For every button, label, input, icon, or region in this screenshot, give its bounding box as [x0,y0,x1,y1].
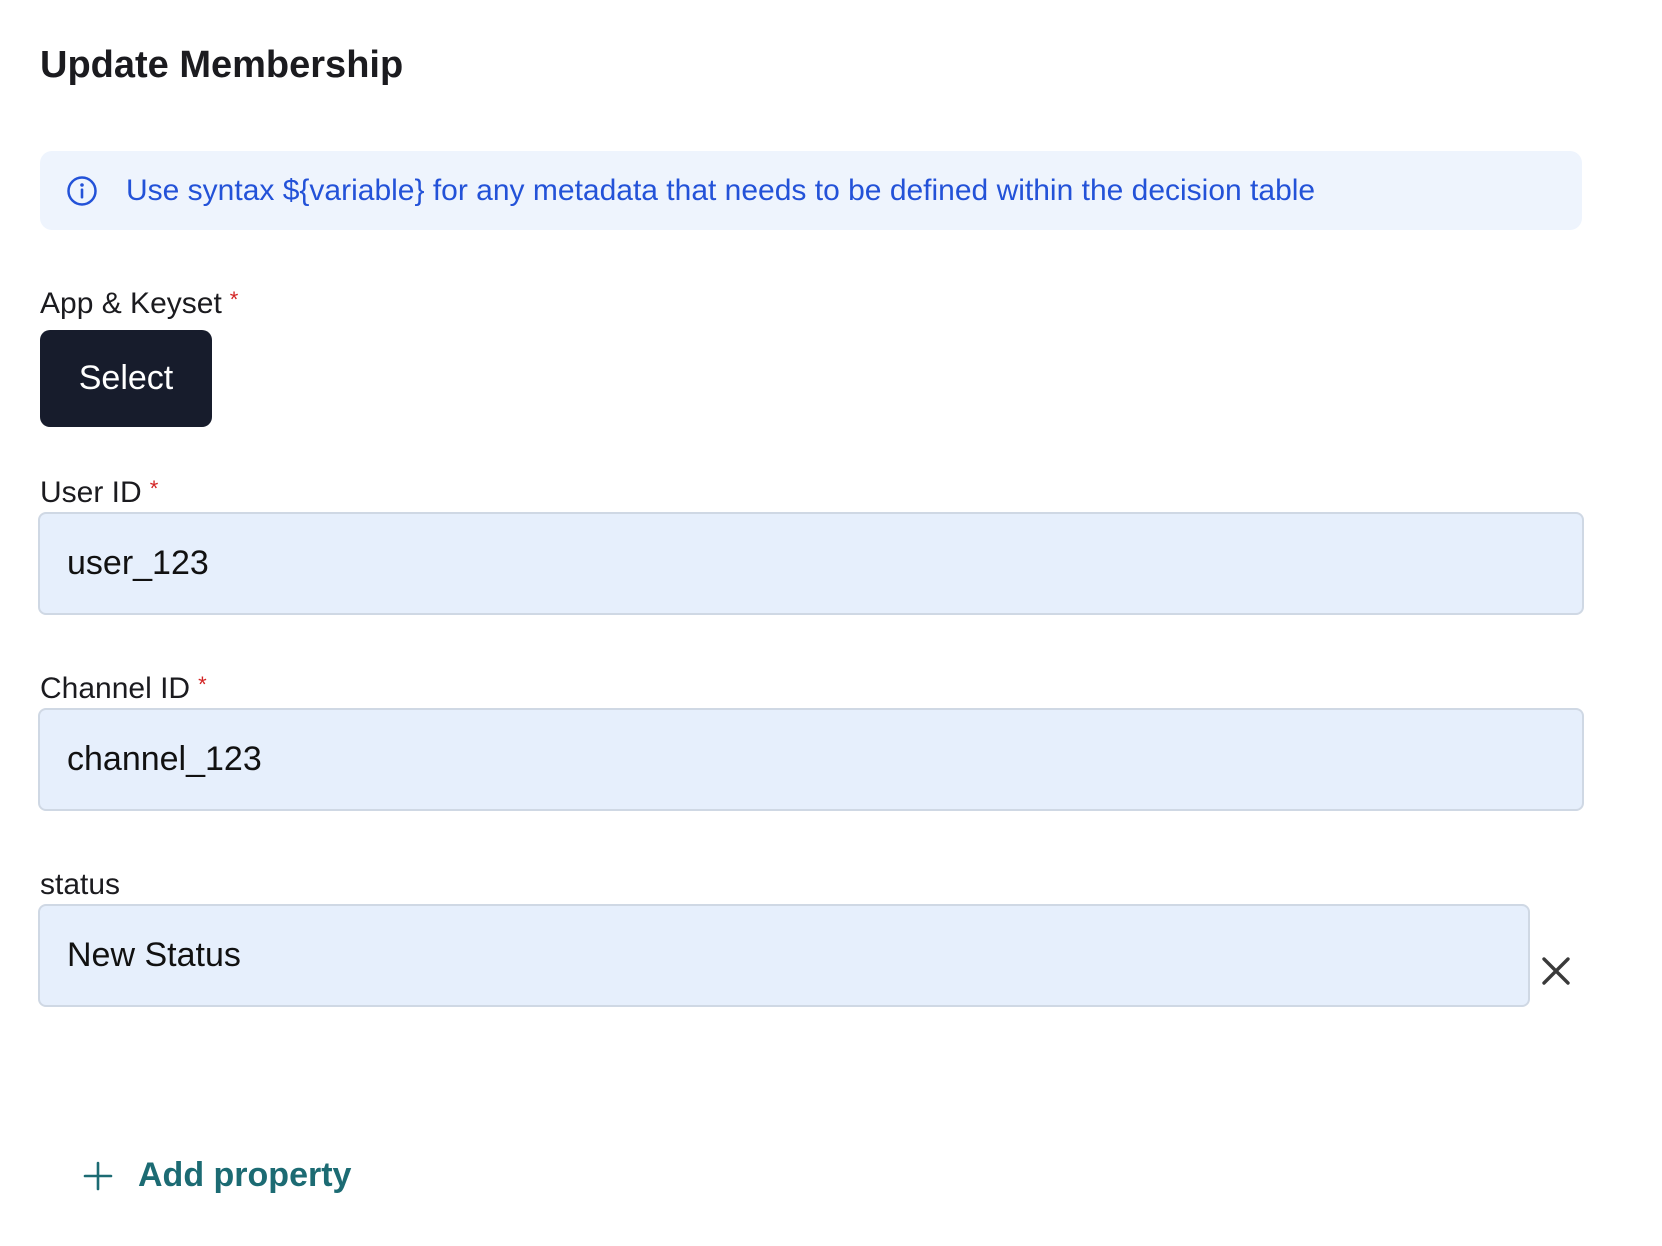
required-marker: * [149,476,159,501]
channel-id-label-text: Channel ID [40,672,191,705]
close-icon [1542,957,1570,985]
status-label-text: status [40,868,121,901]
required-marker: * [198,672,207,697]
app-keyset-label-text: App & Keyset [40,287,222,320]
status-label: status [40,867,120,903]
user-id-label-text: User ID [40,476,142,509]
info-banner: Use syntax ${variable} for any metadata … [40,151,1582,230]
user-id-input[interactable] [38,512,1584,615]
select-app-keyset-button[interactable]: Select [40,330,212,427]
update-membership-form: Update Membership Use syntax ${variable}… [0,0,1662,1246]
info-banner-text: Use syntax ${variable} for any metadata … [126,173,1316,207]
add-property-label: Add property [138,1156,352,1194]
required-marker: * [229,287,239,312]
plus-icon [83,1161,113,1190]
user-id-label: User ID * [40,475,158,511]
page-title: Update Membership [40,44,404,86]
remove-status-button[interactable] [1536,951,1576,991]
status-input[interactable] [38,904,1530,1007]
app-keyset-label: App & Keyset * [40,286,238,322]
channel-id-label: Channel ID * [40,671,207,707]
add-property-button[interactable]: Add property [82,1156,351,1195]
channel-id-input[interactable] [38,708,1584,811]
info-circle-icon [67,175,97,206]
